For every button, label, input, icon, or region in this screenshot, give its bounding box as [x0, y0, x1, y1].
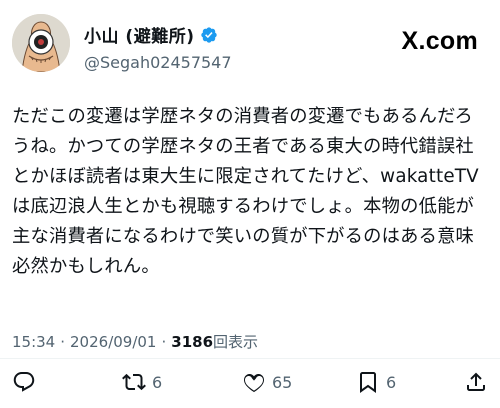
views-label: 回表示 [213, 333, 259, 351]
heart-icon [244, 373, 264, 393]
views-count: 3186 [171, 332, 214, 351]
share-icon [467, 372, 485, 391]
retweet-icon [122, 373, 146, 391]
post-time[interactable]: 15:34 [12, 333, 55, 351]
author-block: 小山 (避難所) @Segah02457547 [84, 22, 232, 72]
author-handle[interactable]: @Segah02457547 [84, 53, 232, 72]
like-button[interactable]: 65 [242, 370, 292, 394]
action-bar: 6 65 6 [12, 370, 488, 400]
avatar[interactable] [12, 14, 70, 72]
meta-separator: · [161, 332, 167, 351]
post-header: 小山 (避難所) @Segah02457547 X.com [12, 12, 488, 76]
like-count: 65 [272, 372, 293, 392]
post-date[interactable]: 2026/09/01 [70, 333, 156, 351]
bookmark-count: 6 [386, 372, 397, 392]
reply-icon [13, 372, 35, 392]
bookmark-icon [360, 372, 376, 393]
x-logo: X.com [401, 27, 478, 56]
author-display-name[interactable]: 小山 (避難所) [84, 22, 194, 47]
bookmark-button[interactable]: 6 [356, 370, 396, 394]
retweet-button[interactable]: 6 [122, 370, 162, 394]
meta-separator: · [60, 332, 66, 351]
avatar-illustration-icon [12, 14, 70, 72]
share-button[interactable] [464, 370, 488, 394]
reply-button[interactable] [12, 370, 36, 394]
post-meta: 15:34 · 2026/09/01 · 3186 回表示 [12, 331, 258, 352]
divider [0, 358, 500, 359]
post-text: ただこの変遷は学歴ネタの消費者の変遷でもあるんだろうね。かつての学歴ネタの王者で… [12, 106, 479, 277]
verified-badge-icon[interactable] [200, 26, 218, 44]
x-logo-text: X.com [401, 27, 478, 55]
author-name-row[interactable]: 小山 (避難所) [84, 22, 232, 47]
retweet-count: 6 [152, 372, 163, 392]
